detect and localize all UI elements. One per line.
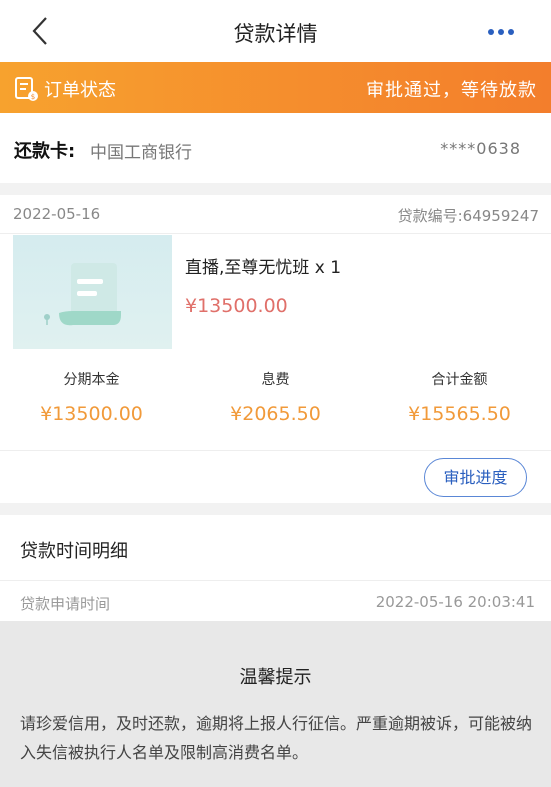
repay-card-label: 还款卡:	[14, 141, 76, 162]
divider	[0, 580, 551, 581]
document-icon: $	[13, 76, 39, 102]
summary-label: 息费	[261, 372, 290, 388]
tip-body: 请珍爱信用，及时还款，逾期将上报人行征信。严重逾期被诉，可能被纳入失信被执行人名…	[20, 714, 533, 762]
summary-value: ¥13500.00	[40, 403, 143, 425]
loan-time-title: 贷款时间明细	[20, 541, 128, 562]
nav-bar: 贷款详情	[0, 0, 551, 62]
more-dots-icon[interactable]	[481, 20, 521, 44]
status-value: 审批通过，等待放款	[366, 80, 537, 101]
summary-total: 合计金额 ¥15565.50	[368, 369, 551, 425]
repay-card-bank: 中国工商银行	[90, 143, 192, 163]
tip-section: 温馨提示 请珍爱信用，及时还款，逾期将上报人行征信。严重逾期被诉，可能被纳入失信…	[0, 621, 551, 787]
summary-principal: 分期本金 ¥13500.00	[0, 369, 183, 425]
svg-text:$: $	[31, 93, 35, 101]
status-label: 订单状态	[44, 80, 116, 101]
approval-progress-button[interactable]: 审批进度	[424, 458, 527, 497]
apply-time-label: 贷款申请时间	[20, 595, 111, 613]
order-status-bar: $ 订单状态 审批通过，等待放款	[0, 62, 551, 113]
order-date: 2022-05-16	[13, 205, 101, 223]
product-price: ¥13500.00	[185, 295, 288, 317]
tip-title: 温馨提示	[239, 667, 312, 688]
summary-label: 合计金额	[431, 372, 488, 388]
repay-card-row: 还款卡: 中国工商银行 ****0638	[0, 113, 551, 183]
chevron-left-icon[interactable]	[26, 14, 60, 48]
page-title: 贷款详情	[233, 22, 318, 46]
divider	[0, 450, 551, 451]
apply-time-value: 2022-05-16 20:03:41	[375, 593, 535, 611]
product-thumbnail[interactable]	[13, 235, 172, 349]
order-card: 2022-05-16 贷款编号:64959247 直播,至尊无忧班 x 1 ¥1…	[0, 195, 551, 503]
repay-card-number: ****0638	[440, 139, 521, 158]
loan-number: 贷款编号:64959247	[397, 207, 539, 225]
loan-time-section: 贷款时间明细 贷款申请时间 2022-05-16 20:03:41	[0, 515, 551, 621]
summary-value: ¥15565.50	[408, 403, 511, 425]
summary-interest: 息费 ¥2065.50	[184, 369, 367, 425]
summary-value: ¥2065.50	[230, 403, 321, 425]
product-name: 直播,至尊无忧班 x 1	[185, 258, 342, 278]
summary-label: 分期本金	[63, 372, 120, 388]
divider	[0, 233, 551, 234]
